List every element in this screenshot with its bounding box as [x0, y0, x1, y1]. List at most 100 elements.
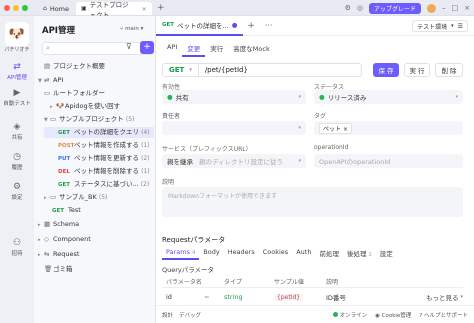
method-badge: GET	[52, 208, 65, 214]
settings-icon[interactable]: ⚙	[345, 4, 351, 12]
search-input[interactable]	[42, 42, 154, 55]
request-tabs: Params 4 Body Headers Cookies Auth 前処理 後…	[162, 246, 397, 260]
tab-project[interactable]: ▣ テストプロジェクト ×	[76, 1, 152, 19]
param-type: string	[224, 293, 243, 301]
maximize-icon[interactable]: □	[452, 4, 459, 12]
rail-item-history[interactable]: ◷ 履歴	[0, 152, 34, 171]
rail-item-label: 共有	[11, 135, 23, 141]
branch-label: main	[125, 26, 139, 32]
design-mode-button[interactable]: 設計	[162, 311, 173, 319]
description-textarea[interactable]: Markdownフォーマットが使用できます	[162, 187, 463, 217]
tree-item-label: ゴミ箱	[53, 265, 73, 273]
tag-chip: ペット ×	[319, 122, 352, 134]
url-bar: GET ▾ /pet/{petId}	[162, 63, 362, 77]
rail-item-label: API管理	[7, 75, 27, 81]
subtab-edit[interactable]: 変更	[182, 41, 206, 57]
add-button[interactable]: +	[140, 41, 154, 54]
operationid-input[interactable]: OpenAPIのoperationId	[314, 154, 463, 168]
method-badge: GET	[58, 130, 71, 136]
visibility-select[interactable]: ● 共有 ▾	[162, 90, 306, 104]
folder-icon: ▭	[50, 115, 57, 123]
method-badge: DEL	[58, 169, 70, 175]
minimize-window-button[interactable]	[13, 5, 19, 11]
tree-item-label: サンプルプロジェクト	[59, 115, 124, 123]
tab-endpoint[interactable]: GET ペットの詳細を... ●	[156, 16, 244, 36]
maximize-window-button[interactable]	[22, 5, 28, 11]
delete-button[interactable]: 削 除	[435, 63, 463, 77]
status-bar-right: オンライン ◉ Cookie管理 ? ヘルプとサポート	[332, 311, 468, 319]
api-tree-panel: API管理 ⑂ main ▾ ⌕ ⊽ + ▤ プロジェクト概要 ▼ ⇄ API ▭ ルー…	[34, 16, 156, 323]
more-link[interactable]: もっと見る	[422, 292, 459, 302]
tab-preprocess[interactable]: 前処理	[315, 246, 343, 260]
new-tab-icon[interactable]: +	[247, 21, 255, 31]
notification-icon[interactable]: ◎	[357, 4, 363, 12]
share-icon: ◈	[13, 122, 21, 132]
tab-body[interactable]: Body	[199, 246, 223, 260]
tab-endpoint-label: ペットの詳細を...	[177, 21, 229, 30]
new-tab-icon[interactable]: +	[157, 3, 165, 13]
service-select[interactable]: 親を継承 親のディレクトリ設定に従う ▾	[162, 154, 306, 168]
tab-auth[interactable]: Auth	[292, 246, 315, 260]
subtab-api[interactable]: API	[162, 41, 182, 57]
column-header: タイプ	[224, 279, 243, 286]
table-row[interactable]: id = string {petId} ID番号 もっと見る ▾	[162, 291, 463, 303]
service-label: サービス（プレフィックスURL）	[162, 146, 252, 153]
method-badge: PUT	[58, 156, 71, 162]
endpoint-subtabs: API 変更 実行 高度なMock	[162, 41, 275, 57]
more-icon[interactable]: ···	[265, 21, 273, 30]
tab-cookies[interactable]: Cookies	[259, 246, 292, 260]
tree-item-label: ペット情報を更新する	[74, 154, 139, 162]
tag-label: タグ	[314, 113, 327, 120]
save-button[interactable]: 保 存	[373, 63, 399, 77]
rail-item-label: 招待	[11, 251, 23, 257]
tab-settings[interactable]: 設定	[376, 246, 397, 260]
subtab-run[interactable]: 実行	[205, 41, 228, 57]
tag-select[interactable]: ペット ×	[314, 121, 463, 135]
cookie-manager-button[interactable]: ◉ Cookie管理	[375, 311, 411, 319]
rail-item-test[interactable]: ▶ 自動テスト	[0, 88, 34, 107]
tab-postprocess[interactable]: 後処理 1	[343, 246, 376, 260]
rail-item-share[interactable]: ◈ 共有	[0, 122, 34, 141]
status-select[interactable]: ● リリース済み ▾	[314, 90, 463, 104]
rail-item-invite[interactable]: ⚇ 招待	[0, 238, 34, 257]
method-select[interactable]: GET ▾	[163, 64, 199, 76]
close-icon[interactable]: ×	[464, 4, 470, 12]
chevron-down-icon: ▾	[140, 26, 144, 32]
tab-params[interactable]: Params 4	[162, 246, 200, 260]
folder-icon: ▭	[44, 89, 51, 97]
modified-dot-icon: ●	[231, 20, 238, 29]
help-button[interactable]: ? ヘルプとサポート	[419, 311, 468, 319]
titlebar-right: ⚙ ◎ アップグレード – □ ×	[345, 2, 470, 14]
minimize-icon[interactable]: –	[442, 4, 446, 12]
tree-item-endpoint-selected[interactable]: GET ペットの詳細をクエリ (4)	[44, 127, 154, 138]
remove-tag-icon[interactable]: ×	[343, 126, 348, 133]
method-badge: GET	[162, 21, 175, 28]
tree-item-count: (5)	[98, 194, 108, 201]
path-input[interactable]: /pet/{petId}	[199, 66, 248, 74]
subtab-mock[interactable]: 高度なMock	[228, 41, 274, 57]
tree-item-label: ペット情報を作成する	[74, 141, 139, 149]
tree-item-label: ステータスに基づい...	[74, 180, 139, 188]
close-window-button[interactable]	[4, 5, 10, 11]
rail-item-api[interactable]: ⇄ API管理	[0, 62, 34, 81]
tree-item-label: Request	[53, 250, 80, 258]
assignee-select[interactable]: ▾	[162, 121, 306, 135]
tree-item-label: Apidogを使い回す	[65, 102, 121, 110]
close-tab-icon[interactable]: ×	[142, 5, 147, 13]
branch-selector[interactable]: ⑂ main ▾	[120, 26, 143, 32]
online-status[interactable]: オンライン	[332, 311, 367, 319]
debug-mode-button[interactable]: デバッグ	[179, 311, 201, 319]
rail-item-settings[interactable]: ⚙ 設定	[0, 182, 34, 201]
run-button[interactable]: 実 行	[404, 63, 430, 77]
method-badge: POST	[58, 143, 75, 149]
filter-icon[interactable]: ⊽	[126, 42, 132, 51]
tab-postprocess-label: 後処理	[346, 250, 367, 258]
tab-headers[interactable]: Headers	[224, 246, 259, 260]
component-icon: ◇	[44, 235, 49, 243]
environment-menu-icon[interactable]: ☰	[458, 23, 463, 30]
avatar[interactable]	[427, 3, 436, 13]
upgrade-button[interactable]: アップグレード	[368, 2, 421, 14]
environment-selector[interactable]: テスト環境 ▾ ☰	[412, 20, 468, 32]
tree-item-count: (2)	[140, 181, 150, 188]
tab-home[interactable]: ⌂ Home	[38, 2, 72, 15]
